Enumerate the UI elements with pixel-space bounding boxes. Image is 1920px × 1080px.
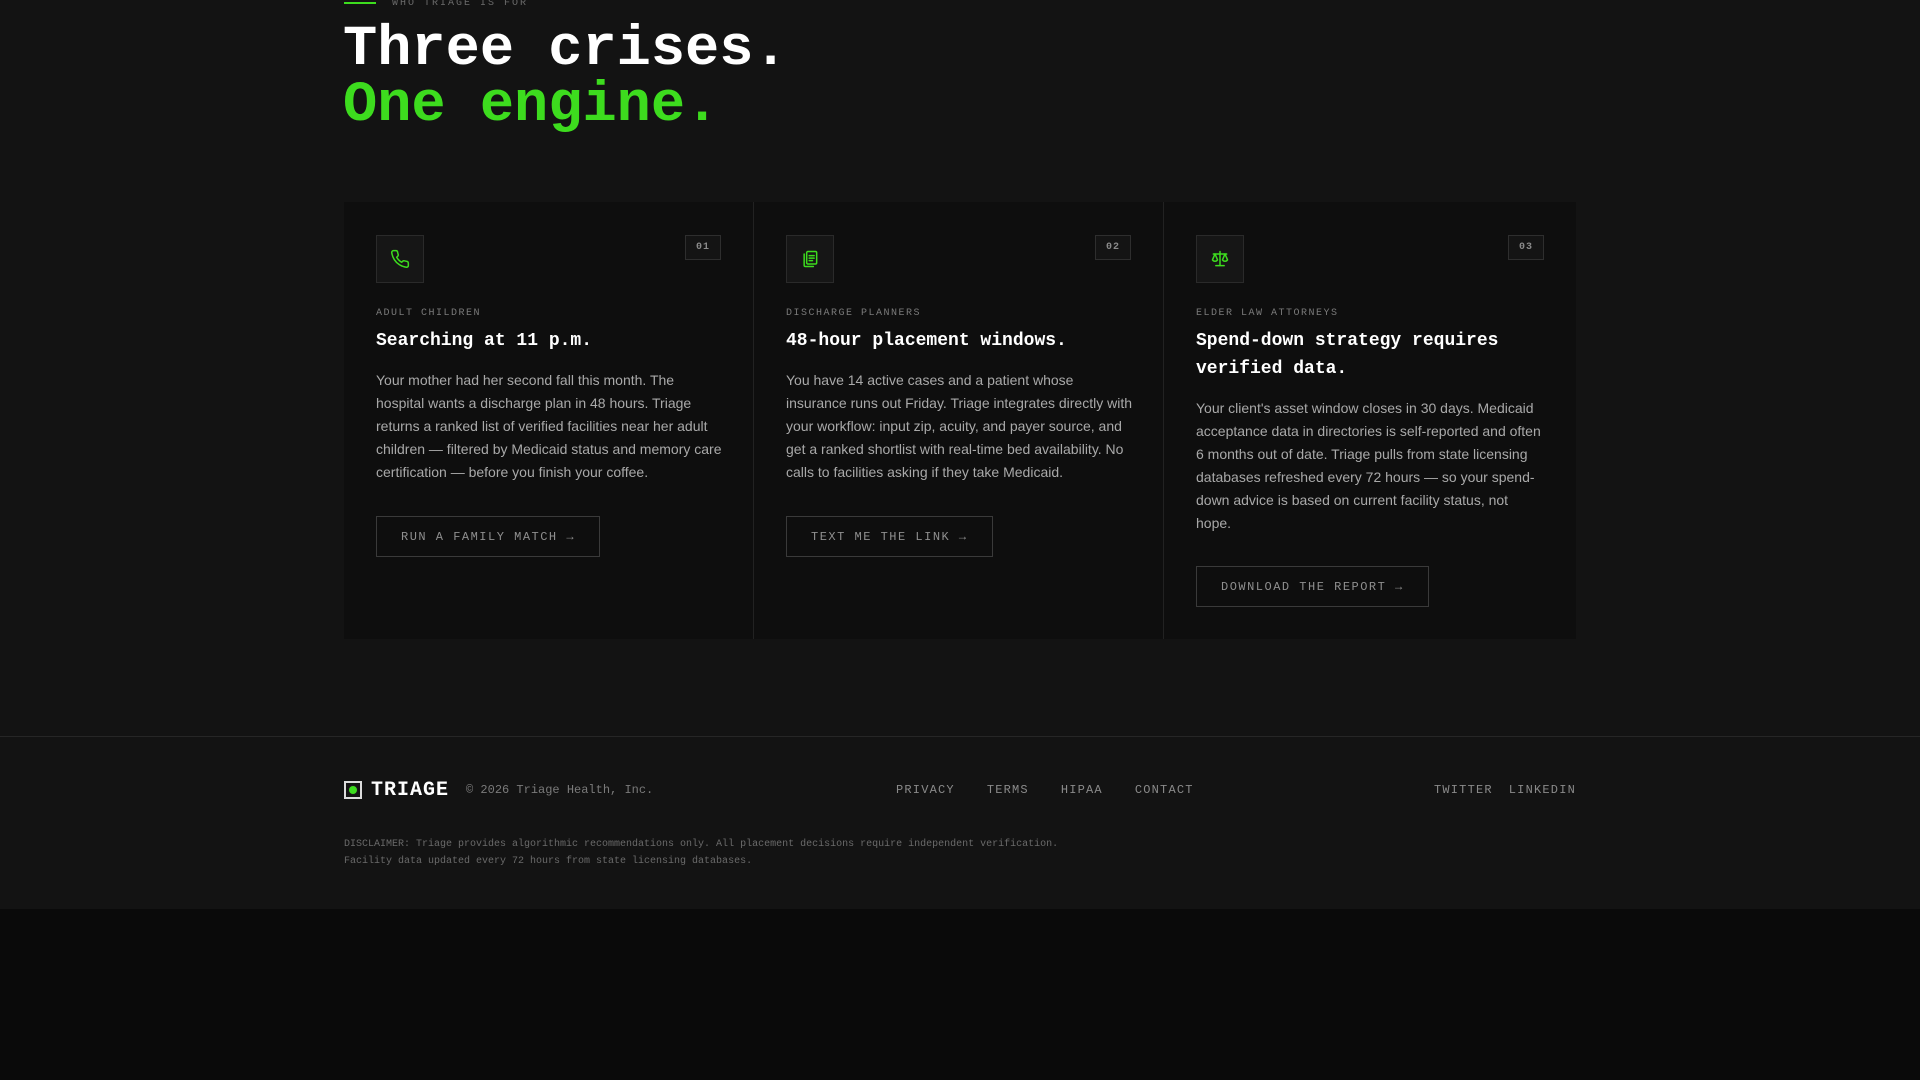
footer-nav: PRIVACY TERMS HIPAA CONTACT <box>896 781 1226 799</box>
heading-line-1: Three crises. <box>343 18 788 82</box>
eyebrow: WHO TRIAGE IS FOR <box>344 0 528 10</box>
phone-icon <box>376 235 424 283</box>
heading-line-2: One engine. <box>343 74 720 138</box>
card-discharge-planners: 02 DISCHARGE PLANNERS 48-hour placement … <box>754 202 1164 639</box>
disclaimer: DISCLAIMER: Triage provides algorithmic … <box>344 836 1144 870</box>
audience-cards: 01 ADULT CHILDREN Searching at 11 p.m. Y… <box>344 202 1576 639</box>
text-me-the-link-button[interactable]: TEXT ME THE LINK → <box>786 516 993 557</box>
card-title: Searching at 11 p.m. <box>376 331 593 351</box>
download-report-button[interactable]: DOWNLOAD THE REPORT → <box>1196 566 1429 607</box>
footer-link-twitter[interactable]: TWITTER <box>1434 783 1493 797</box>
disclaimer-line: DISCLAIMER: Triage provides algorithmic … <box>344 839 1059 850</box>
site-footer: TRIAGE © 2026 Triage Health, Inc. PRIVAC… <box>0 736 1920 910</box>
brand-logo-icon <box>344 781 362 799</box>
scale-icon <box>1196 235 1244 283</box>
card-number: 01 <box>685 235 721 260</box>
audience-section: WHO TRIAGE IS FOR Three crises. One engi… <box>0 0 1920 736</box>
footer-link-linkedin[interactable]: LINKEDIN <box>1509 783 1576 797</box>
brand-logo-dot <box>348 785 358 795</box>
card-adult-children: 01 ADULT CHILDREN Searching at 11 p.m. Y… <box>344 202 754 639</box>
footer-link-terms[interactable]: TERMS <box>987 783 1029 797</box>
card-number: 02 <box>1095 235 1131 260</box>
footer-social: TWITTER LINKEDIN <box>1418 781 1576 799</box>
card-elder-law-attorneys: 03 ELDER LAW ATTORNEYS Spend-down strate… <box>1164 202 1576 639</box>
brand-name[interactable]: TRIAGE <box>371 779 449 802</box>
section-heading: Three crises. One engine. <box>343 18 788 138</box>
footer-link-contact[interactable]: CONTACT <box>1135 783 1194 797</box>
footer-link-hipaa[interactable]: HIPAA <box>1061 783 1103 797</box>
card-title: 48-hour placement windows. <box>786 331 1067 351</box>
page-bottom <box>0 909 1920 1080</box>
copyright: © 2026 Triage Health, Inc. <box>466 783 654 797</box>
card-title: Spend-down strategy requires verified da… <box>1196 331 1499 379</box>
card-body: You have 14 active cases and a patient w… <box>786 372 1133 480</box>
page: WHO TRIAGE IS FOR Three crises. One engi… <box>0 0 1920 1080</box>
clipboard-icon <box>786 235 834 283</box>
eyebrow-rule <box>344 2 376 4</box>
footer-link-privacy[interactable]: PRIVACY <box>896 783 955 797</box>
card-number: 03 <box>1508 235 1544 260</box>
card-body: Your client's asset window closes in 30 … <box>1196 400 1541 531</box>
disclaimer-line: Facility data updated every 72 hours fro… <box>344 856 753 867</box>
card-body: Your mother had her second fall this mon… <box>376 372 722 480</box>
brand: TRIAGE © 2026 Triage Health, Inc. <box>344 779 654 802</box>
card-label: ADULT CHILDREN <box>376 308 482 319</box>
card-label: DISCHARGE PLANNERS <box>786 308 922 319</box>
eyebrow-text: WHO TRIAGE IS FOR <box>392 0 529 9</box>
run-family-match-button[interactable]: RUN A FAMILY MATCH → <box>376 516 601 557</box>
card-label: ELDER LAW ATTORNEYS <box>1196 308 1339 319</box>
